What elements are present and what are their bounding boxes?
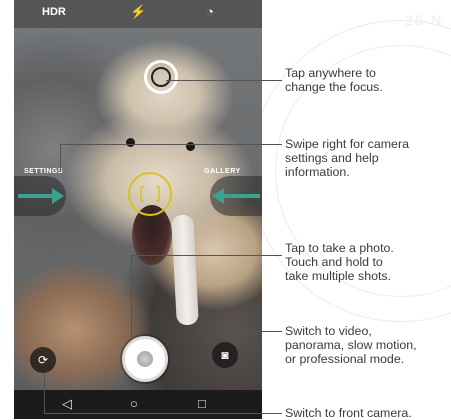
callout-line-focus [166, 80, 282, 81]
callout-line-mode-h [226, 331, 282, 332]
recents-icon[interactable]: □ [198, 396, 206, 411]
home-icon[interactable]: ○ [130, 396, 138, 411]
switch-front-camera-button[interactable]: ⟳ [30, 347, 56, 373]
callout-settings: Swipe right for camera settings and help… [285, 137, 409, 179]
callout-line-mode [226, 331, 227, 342]
hdr-button[interactable]: HDR [42, 6, 66, 18]
camera-screen: HDR ⚡ ◔ SETTINGS GALLERY ⟳ ◙ ◁ ○ □ [14, 0, 262, 419]
arrow-left-icon [212, 188, 260, 204]
dog-eye-left [126, 138, 135, 147]
gallery-label: GALLERY [204, 168, 241, 175]
callout-front-camera: Switch to front camera. [285, 406, 412, 420]
focus-indicator [128, 172, 172, 216]
callout-line-settings [60, 144, 61, 172]
callout-line-shutter-h [131, 255, 282, 256]
shutter-button[interactable] [122, 336, 168, 382]
callout-line-settings-h [60, 144, 282, 145]
back-icon[interactable]: ◁ [62, 396, 72, 412]
flash-auto-icon[interactable]: ⚡ [130, 4, 146, 20]
callout-shutter: Tap to take a photo. Touch and hold to t… [285, 241, 394, 283]
callout-line-front-h [44, 413, 282, 414]
camera-switch-icon: ⟳ [37, 353, 49, 367]
callout-line-shutter [131, 255, 132, 337]
shutter-icon [137, 351, 153, 367]
camera-icon: ◙ [221, 348, 229, 362]
callout-focus: Tap anywhere to change the focus. [285, 66, 383, 94]
arrow-right-icon [18, 188, 64, 204]
callout-line-front [44, 373, 45, 414]
camera-mode-button[interactable]: ◙ [212, 342, 238, 368]
focus-brackets-icon [140, 186, 160, 202]
callout-mode: Switch to video, panorama, slow motion, … [285, 324, 417, 366]
watermark-text: 25-N [405, 12, 444, 28]
nav-bar: ◁ ○ □ [14, 390, 262, 419]
camera-top-bar: HDR ⚡ ◔ [14, 0, 262, 28]
gallery-swipe-button[interactable] [210, 176, 262, 216]
settings-swipe-button[interactable] [14, 176, 66, 216]
settings-label: SETTINGS [24, 168, 64, 175]
focus-ring[interactable] [144, 60, 178, 94]
timer-icon[interactable]: ◔ [206, 4, 214, 19]
